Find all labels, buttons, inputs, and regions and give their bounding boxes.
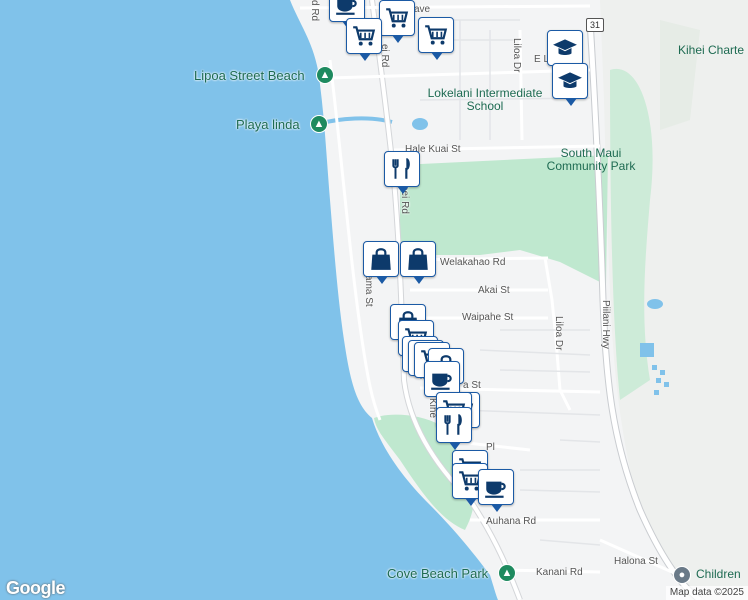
playa-linda-label[interactable]: Playa linda: [236, 117, 300, 132]
street-label: Akai St: [478, 285, 510, 296]
cove-beach-label[interactable]: Cove Beach Park: [387, 566, 488, 581]
beach-icon[interactable]: ▲: [316, 66, 334, 84]
shopping-bag-icon[interactable]: [400, 241, 438, 285]
kihei-charter-label[interactable]: Kihei Charte: [678, 44, 744, 57]
restaurant-icon[interactable]: [384, 151, 422, 195]
street-label: Halona St: [614, 556, 658, 567]
google-logo: Google: [6, 578, 66, 598]
shopping-cart-icon[interactable]: [418, 17, 456, 61]
restaurant-icon[interactable]: [436, 407, 474, 451]
street-label: Piilani Hwy: [600, 300, 611, 349]
highway-shield: 31: [586, 18, 604, 32]
street-label: Liloa Dr: [511, 38, 522, 73]
school-icon[interactable]: [552, 63, 590, 107]
beach-icon[interactable]: ▲: [310, 115, 328, 133]
shopping-cart-icon[interactable]: [379, 0, 417, 44]
school-label[interactable]: Lokelani Intermediate School: [420, 87, 550, 113]
park-label[interactable]: South Maui Community Park: [536, 147, 646, 173]
street-label: Liloa Dr: [553, 316, 564, 351]
beach-icon[interactable]: ▲: [498, 564, 516, 582]
shopping-cart-icon[interactable]: [346, 18, 384, 62]
place-icon[interactable]: ●: [673, 566, 691, 584]
coffee-icon[interactable]: [478, 469, 516, 513]
street-label: Kanani Rd: [536, 567, 583, 578]
street-label: d Rd: [309, 0, 320, 22]
street-label: Welakahao Rd: [440, 257, 506, 268]
map-attribution[interactable]: Map data ©2025: [665, 586, 748, 600]
children-label[interactable]: Children: [696, 568, 741, 581]
street-label: Waipahe St: [462, 312, 514, 323]
map-canvas[interactable]: [0, 0, 748, 600]
street-label: Auhana Rd: [486, 516, 537, 527]
lipoa-beach-label[interactable]: Lipoa Street Beach: [194, 68, 305, 83]
shopping-bag-icon[interactable]: [363, 241, 401, 285]
